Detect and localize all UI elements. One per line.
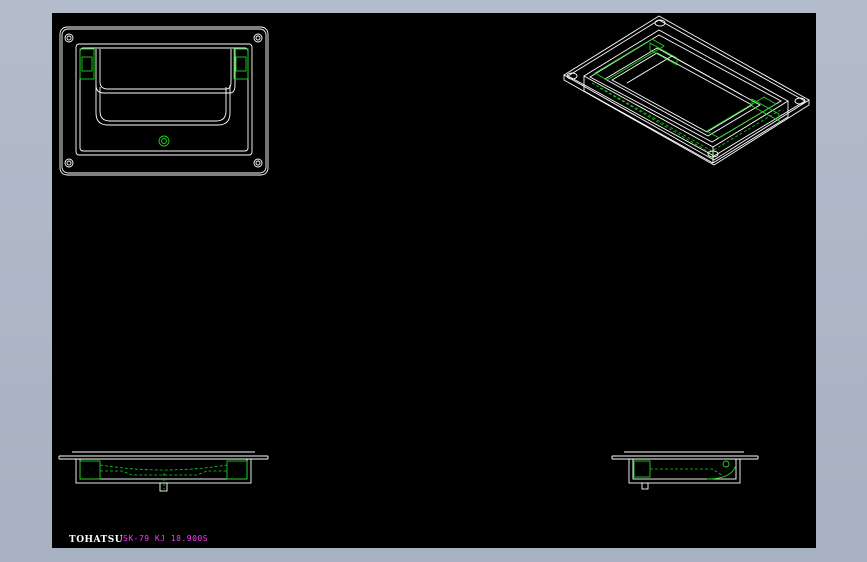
side-handle-arc <box>706 464 737 480</box>
box-body-inner <box>79 458 248 480</box>
brand-logo-text: TOHATSU <box>69 535 124 545</box>
handle-slot-inner <box>99 49 232 90</box>
spring-pin <box>158 135 170 147</box>
mount-hole <box>64 33 74 43</box>
drawing-canvas[interactable]: TOHATSU SK-79 KJ 18.900S <box>52 13 816 548</box>
side-view[interactable] <box>611 451 759 490</box>
hinge-left-pin <box>81 56 93 72</box>
top-view[interactable] <box>59 26 269 176</box>
side-box-inner <box>632 458 737 480</box>
spring-pin-inner <box>161 138 167 144</box>
mount-hole-inner <box>66 35 72 41</box>
front-view[interactable] <box>58 451 269 492</box>
mount-hole <box>64 158 74 168</box>
spring-boss <box>159 482 168 492</box>
iso-hidden-edge-2 <box>599 87 715 156</box>
side-pivot <box>722 460 730 468</box>
hinge-right-pin <box>235 56 247 72</box>
mount-hole-inner <box>255 35 261 41</box>
part-code-label: SK-79 KJ 18.900S <box>123 534 209 543</box>
mount-hole <box>253 158 263 168</box>
grip-area <box>95 85 231 126</box>
isometric-view[interactable] <box>563 15 810 166</box>
side-boss <box>641 482 649 490</box>
handle-slot <box>95 49 236 94</box>
iso-grip-edge <box>626 55 743 96</box>
grip-area-inner <box>99 87 227 122</box>
front-hidden-grip <box>100 470 227 476</box>
iso-recess-inner <box>589 34 782 143</box>
front-hinge-right <box>226 460 248 480</box>
front-hinge-left <box>79 460 101 480</box>
iso-hole <box>794 97 806 105</box>
iso-flange-inner <box>567 19 806 157</box>
mount-hole-inner <box>255 160 261 166</box>
mount-hole-inner <box>66 160 72 166</box>
mount-hole <box>253 33 263 43</box>
side-hinge <box>633 460 651 478</box>
drawing-svg <box>58 15 810 492</box>
front-hidden-handle <box>99 464 228 471</box>
side-hidden-line <box>650 468 723 476</box>
